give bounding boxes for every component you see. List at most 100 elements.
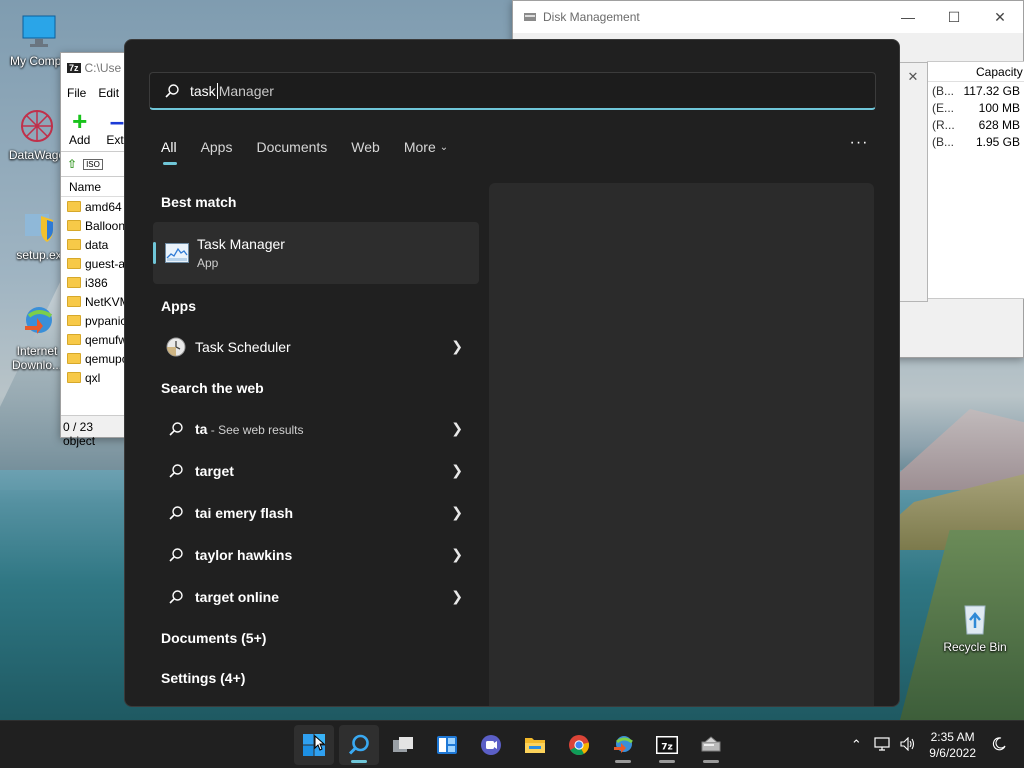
- seven-zip-window[interactable]: 7z C:\Use File Edit + Add – Extr ⇧ ISO N…: [60, 52, 130, 448]
- search-the-web-heading: Search the web: [161, 380, 264, 396]
- seven-zip-icon: 7z: [67, 63, 81, 73]
- search-input[interactable]: task Manager: [149, 72, 876, 110]
- menu-edit[interactable]: Edit: [98, 86, 119, 100]
- search-filter-tabs: All Apps Documents Web More ⌄: [161, 135, 472, 165]
- desktop-icon-label: Recycle Bin: [943, 640, 1007, 654]
- tab-web[interactable]: Web: [351, 135, 380, 159]
- chrome-button[interactable]: [559, 725, 599, 765]
- list-item[interactable]: Balloon: [61, 216, 129, 235]
- desktop-icon-recycle-bin[interactable]: Recycle Bin: [940, 598, 1010, 654]
- disk-management-button[interactable]: [691, 725, 731, 765]
- web-result-hint: - See web results: [207, 423, 304, 437]
- folder-icon: [67, 277, 81, 288]
- list-item[interactable]: qxl: [61, 368, 129, 387]
- recycle-bin-icon: [964, 605, 986, 635]
- dialog-close-button[interactable]: ✕: [898, 62, 928, 302]
- list-item[interactable]: amd64: [61, 197, 129, 216]
- folder-icon: [67, 315, 81, 326]
- folder-icon: [67, 372, 81, 383]
- volume-row[interactable]: (B... 1.95 GB: [928, 133, 1024, 150]
- web-result-row[interactable]: ta - See web results ❯: [153, 408, 479, 450]
- web-result-row[interactable]: taylor hawkins ❯: [153, 534, 479, 576]
- file-list[interactable]: amd64 Balloon data guest-a i386 NetKVM p…: [61, 197, 130, 387]
- web-result-query: target online: [195, 589, 280, 605]
- chevron-up-icon[interactable]: ⌃: [843, 737, 869, 753]
- chrome-icon: [569, 735, 590, 756]
- result-preview-pane: [489, 183, 874, 706]
- chevron-right-icon: ❯: [451, 546, 463, 562]
- volume-row[interactable]: (R... 628 MB: [928, 116, 1024, 133]
- web-result-query: tai emery flash: [195, 505, 294, 521]
- file-explorer-button[interactable]: [515, 725, 555, 765]
- desktop-icon-label: setup.ex: [16, 248, 62, 262]
- running-indicator: [615, 760, 631, 763]
- folder-icon: [67, 258, 81, 269]
- task-view-icon: [393, 737, 413, 752]
- volume-row[interactable]: (E... 100 MB: [928, 99, 1024, 116]
- close-button[interactable]: ✕: [977, 1, 1023, 33]
- widgets-button[interactable]: [427, 725, 467, 765]
- seven-zip-button[interactable]: 7z: [647, 725, 687, 765]
- list-item[interactable]: i386: [61, 273, 129, 292]
- list-item[interactable]: qemupc: [61, 349, 129, 368]
- tab-more[interactable]: More ⌄: [404, 135, 448, 159]
- maximize-button[interactable]: ☐: [931, 1, 977, 33]
- list-item[interactable]: guest-a: [61, 254, 129, 273]
- tab-documents[interactable]: Documents: [256, 135, 327, 159]
- result-task-scheduler[interactable]: Task Scheduler ❯: [153, 326, 479, 368]
- chat-icon: [481, 735, 501, 755]
- notifications-icon[interactable]: [986, 736, 1012, 754]
- best-match-task-manager[interactable]: Task Manager App: [153, 222, 479, 284]
- desktop-icon-label: DataWago: [8, 148, 66, 162]
- teams-chat-button[interactable]: [471, 725, 511, 765]
- tab-apps[interactable]: Apps: [201, 135, 233, 159]
- folder-icon: [67, 239, 81, 250]
- taskbar-clock[interactable]: 2:35 AM 9/6/2022: [929, 729, 976, 761]
- folder-icon: [67, 334, 81, 345]
- start-search-panel[interactable]: task Manager All Apps Documents Web More…: [124, 39, 900, 707]
- search-button[interactable]: [339, 725, 379, 765]
- menu-file[interactable]: File: [67, 86, 86, 100]
- web-result-row[interactable]: tai emery flash ❯: [153, 492, 479, 534]
- running-indicator: [703, 760, 719, 763]
- list-item[interactable]: data: [61, 235, 129, 254]
- tab-all[interactable]: All: [161, 135, 177, 165]
- search-icon: [169, 464, 183, 478]
- text-caret: [216, 82, 218, 99]
- search-icon: [169, 548, 183, 562]
- volume-row[interactable]: (B... 117.32 GB: [928, 82, 1024, 99]
- plus-icon: +: [72, 106, 88, 136]
- list-item[interactable]: pvpanic: [61, 311, 129, 330]
- internet-download-manager-button[interactable]: [603, 725, 643, 765]
- disk-volume-list[interactable]: Capacity (B... 117.32 GB (E... 100 MB (R..…: [927, 61, 1024, 299]
- more-options-button[interactable]: ···: [847, 134, 871, 152]
- up-folder-icon[interactable]: ⇧: [67, 157, 77, 171]
- web-result-row[interactable]: target ❯: [153, 450, 479, 492]
- name-column-header[interactable]: Name: [61, 177, 129, 197]
- capacity-column-header[interactable]: Capacity: [928, 62, 1024, 82]
- window-title: Disk Management: [543, 10, 640, 24]
- seven-zip-titlebar[interactable]: 7z C:\Use: [61, 53, 129, 83]
- network-icon[interactable]: [869, 736, 895, 754]
- minimize-button[interactable]: —: [885, 1, 931, 33]
- best-match-heading: Best match: [161, 194, 237, 210]
- web-result-row[interactable]: target online ❯: [153, 576, 479, 618]
- start-button[interactable]: [294, 725, 334, 765]
- documents-section-link[interactable]: Documents (5+): [153, 618, 479, 658]
- search-icon: [169, 590, 183, 604]
- drive-icon: ISO: [83, 158, 103, 170]
- list-item[interactable]: qemufw: [61, 330, 129, 349]
- add-button[interactable]: + Add: [69, 106, 90, 147]
- apps-heading: Apps: [161, 298, 196, 314]
- settings-section-link[interactable]: Settings (4+): [153, 658, 479, 698]
- best-match-name: Task Manager: [197, 236, 285, 252]
- active-indicator: [351, 760, 367, 763]
- clock-time: 2:35 AM: [930, 730, 975, 744]
- seven-zip-icon: 7z: [656, 736, 678, 754]
- list-item[interactable]: NetKVM: [61, 292, 130, 311]
- task-view-button[interactable]: [383, 725, 423, 765]
- widgets-icon: [437, 736, 457, 754]
- folder-icon: [67, 201, 81, 212]
- volume-icon[interactable]: [895, 736, 921, 754]
- folder-icon: [67, 220, 81, 231]
